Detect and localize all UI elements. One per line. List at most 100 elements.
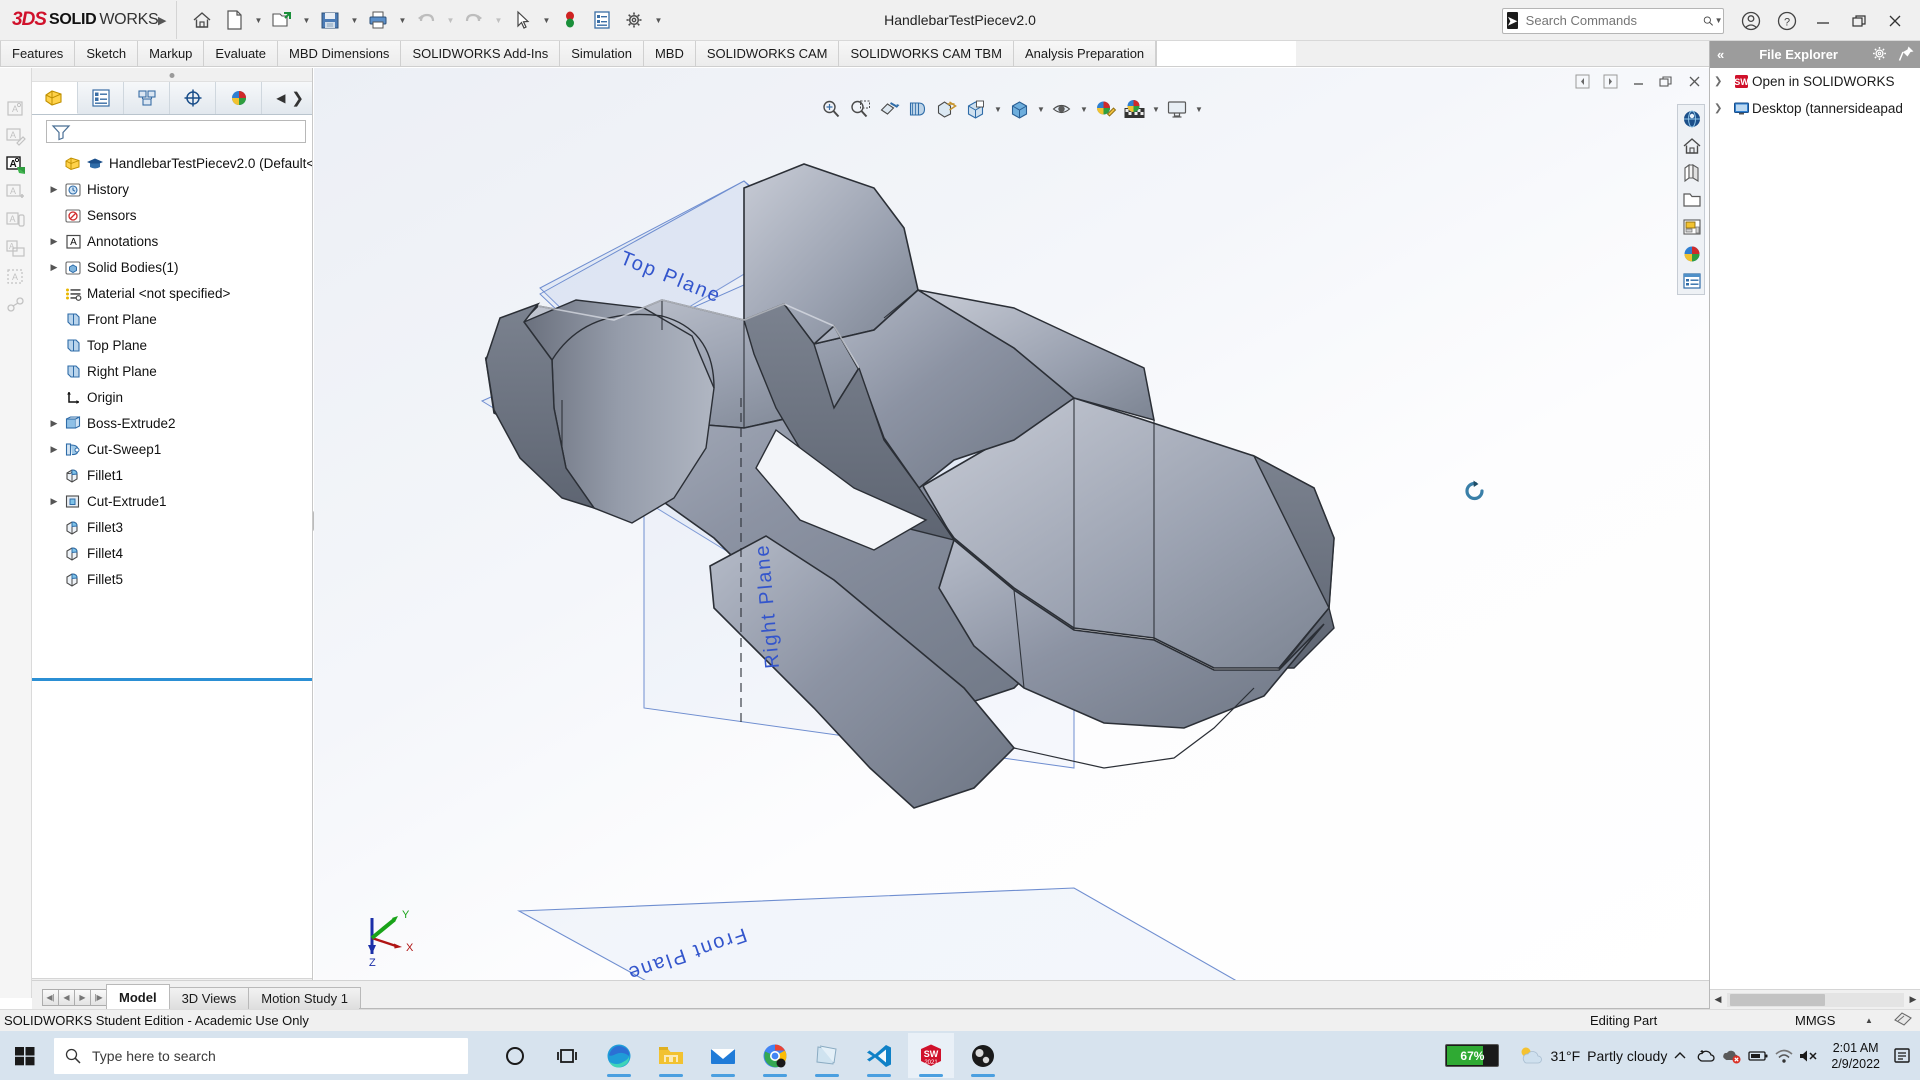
task-view-icon[interactable] [544,1033,590,1078]
new-document-icon[interactable] [219,5,249,35]
feature-manager-tab-nav[interactable]: ◀ ❯ [262,82,312,114]
open-document-caret-icon[interactable]: ▼ [299,16,313,25]
file-explorer-row-open-in-solidworks[interactable]: ❯ SW Open in SOLIDWORKS [1710,68,1920,95]
options-gear-icon[interactable] [619,5,649,35]
tab-3d-views[interactable]: 3D Views [168,987,250,1009]
view-triad[interactable]: Z X Y [368,909,414,969]
tab-solidworks-cam[interactable]: SOLIDWORKS CAM [695,41,840,66]
save-icon[interactable] [315,5,345,35]
microsoft-edge-icon[interactable] [596,1033,642,1078]
tree-item-annotations[interactable]: ▶ A Annotations [32,228,312,254]
appearances-icon[interactable] [1679,241,1705,266]
scroll-left-icon[interactable]: ◀ [1710,994,1726,1005]
tab-evaluate[interactable]: Evaluate [204,41,279,66]
tree-item-front-plane[interactable]: Front Plane [32,306,312,332]
show-hidden-icons-chevron[interactable] [1667,1048,1693,1064]
cloud-sync-error-icon[interactable] [1719,1047,1745,1065]
panel-drag-handle[interactable] [32,68,312,82]
gear-icon[interactable] [1866,45,1893,65]
tab-simulation[interactable]: Simulation [560,41,644,66]
tree-item-fillet3[interactable]: Fillet3 [32,514,312,540]
last-tab-icon[interactable]: |▶ [90,989,107,1006]
cortana-icon[interactable] [492,1033,538,1078]
action-center-icon[interactable] [1886,1046,1920,1066]
tree-toggle-icon[interactable]: ▶ [46,418,62,429]
view-orientation-icon[interactable] [934,96,961,122]
hide-show-caret-icon[interactable]: ▼ [1035,105,1047,114]
tab-model[interactable]: Model [106,984,170,1009]
print-icon[interactable] [363,5,393,35]
unit-system-text[interactable]: MMGS [1795,1013,1835,1028]
expand-caret-icon[interactable]: ❯ [1714,103,1730,114]
tree-toggle-icon[interactable]: ▶ [46,236,62,247]
tree-toggle-icon[interactable]: ▶ [46,262,62,273]
taskbar-search-box[interactable]: Type here to search [54,1037,468,1074]
tab-nav-left-icon[interactable]: ◀ [276,91,285,105]
new-document-caret-icon[interactable]: ▼ [251,16,265,25]
obs-studio-icon[interactable] [960,1033,1006,1078]
annotation-pattern-icon[interactable]: A [3,264,29,290]
prev-tab-icon[interactable]: ◀ [58,989,75,1006]
previous-view-icon[interactable] [876,96,903,122]
tree-item-material[interactable]: Material <not specified> [32,280,312,306]
annotation-insert-icon[interactable]: A [3,152,29,178]
annotation-add-icon[interactable]: A [3,180,29,206]
scroll-right-icon[interactable]: ▶ [1905,994,1920,1005]
weather-widget[interactable]: 31°F Partly cloudy [1517,1044,1667,1068]
tab-features[interactable]: Features [0,41,76,66]
file-properties-icon[interactable] [587,5,617,35]
scroll-track[interactable] [1727,992,1904,1007]
redo-icon[interactable] [459,5,489,35]
close-window-button[interactable] [1878,5,1912,37]
tab-mbd-dimensions[interactable]: MBD Dimensions [278,41,402,66]
configuration-manager-tab[interactable] [124,82,170,114]
view-settings-caret-icon[interactable]: ▼ [1193,105,1205,114]
undo-caret-icon[interactable]: ▼ [443,16,457,25]
tab-motion-study-1[interactable]: Motion Study 1 [248,987,361,1009]
scroll-thumb[interactable] [1730,993,1825,1006]
annotation-balloon-icon[interactable]: A [3,208,29,234]
tab-sketch[interactable]: Sketch [75,41,139,66]
tree-toggle-icon[interactable]: ▶ [46,496,62,507]
tree-item-history[interactable]: ▶ History [32,176,312,202]
minimize-document-icon[interactable] [1625,70,1651,92]
magnifier-icon[interactable] [1702,11,1715,31]
edit-appearance-icon[interactable] [1092,96,1119,122]
pin-icon[interactable] [1893,45,1920,65]
hide-show-items-icon[interactable] [1006,96,1033,122]
tree-item-sensors[interactable]: Sensors [32,202,312,228]
rollback-bar[interactable] [32,678,312,681]
annotation-note-icon[interactable]: A [3,96,29,122]
account-icon[interactable] [1734,5,1768,37]
tree-item-top-plane[interactable]: Top Plane [32,332,312,358]
expand-caret-icon[interactable]: ❯ [1714,76,1730,87]
google-chrome-icon[interactable] [752,1033,798,1078]
file-explorer-row-desktop[interactable]: ❯ Desktop (tannersideapad [1710,95,1920,122]
options-caret-icon[interactable]: ▼ [651,16,665,25]
graphics-viewport[interactable]: ▼ ▼ ▼ ▼ ▼ Top Plane Right Plane Front Pl… [314,68,1709,998]
search-commands-box[interactable]: ➤ ▼ [1502,7,1724,34]
open-folder-icon[interactable] [1679,187,1705,212]
custom-properties-icon[interactable] [1679,268,1705,293]
taskbar-clock[interactable]: 2:01 AM 2/9/2022 [1831,1040,1880,1072]
tree-item-fillet1[interactable]: Fillet1 [32,462,312,488]
zoom-to-area-icon[interactable] [847,96,874,122]
collapse-panel-icon[interactable]: « [1710,47,1731,62]
feature-manager-tab[interactable] [32,82,78,114]
print-caret-icon[interactable]: ▼ [395,16,409,25]
help-icon[interactable]: ? [1770,5,1804,37]
unit-system-caret-icon[interactable]: ▲ [1865,1016,1873,1025]
tree-toggle-icon[interactable]: ▶ [46,184,62,195]
3d-model-scene[interactable]: Top Plane Right Plane Front Plane Z X Y [314,68,1709,998]
dimxpert-manager-tab[interactable] [170,82,216,114]
search-input[interactable] [1517,13,1702,28]
rebuild-icon[interactable] [555,5,585,35]
eye-visibility-icon[interactable] [1049,96,1076,122]
section-view-icon[interactable] [905,96,932,122]
visual-studio-code-icon[interactable] [856,1033,902,1078]
sticky-notes-icon[interactable] [804,1033,850,1078]
onedrive-icon[interactable] [1693,1047,1719,1065]
annotation-edit-icon[interactable]: A [3,124,29,150]
tab-analysis-preparation[interactable]: Analysis Preparation [1013,41,1157,66]
tab-markup[interactable]: Markup [138,41,205,66]
